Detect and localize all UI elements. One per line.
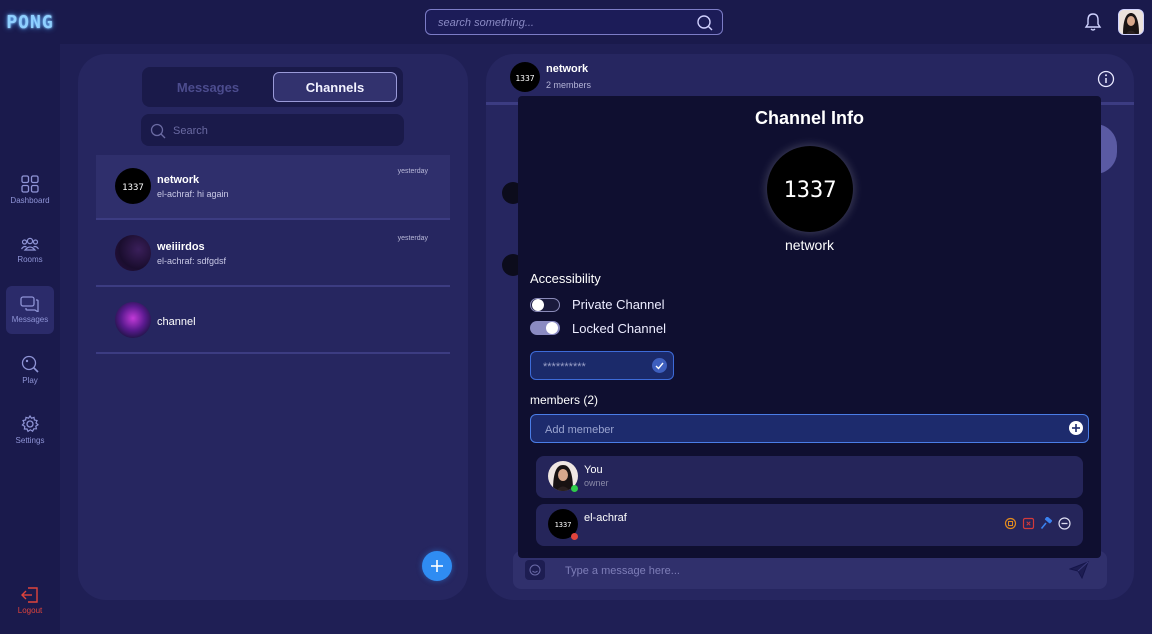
conversation-item-network[interactable]: 1337 network el-achraf: hi again yesterd…: [96, 155, 450, 220]
sidebar-item-rooms[interactable]: Rooms: [6, 226, 54, 274]
sidebar-item-dashboard[interactable]: Dashboard: [6, 166, 54, 214]
conversation-time: yesterday: [397, 235, 428, 242]
channel-name: network: [784, 237, 835, 253]
messages-icon: [20, 296, 39, 312]
member-actions: [1004, 516, 1071, 530]
svg-text:1337: 1337: [515, 74, 534, 83]
remove-member-icon[interactable]: [1058, 517, 1071, 530]
add-member-field[interactable]: [530, 414, 1089, 444]
member-row[interactable]: 1337 el-achraf: [536, 504, 1083, 546]
emoji-button[interactable]: [525, 560, 545, 580]
confirm-password-button[interactable]: [652, 358, 667, 373]
app-logo[interactable]: PONG: [0, 0, 60, 44]
gear-icon: [21, 415, 39, 433]
channel-avatar: [115, 302, 151, 338]
tab-channels[interactable]: Channels: [273, 72, 397, 102]
conversation-preview: el-achraf: hi again: [157, 189, 229, 199]
tab-messages[interactable]: Messages: [146, 72, 270, 102]
add-member-plus-icon[interactable]: [1068, 420, 1084, 441]
logout-icon: [21, 587, 38, 603]
conversation-item-channel[interactable]: channel: [96, 289, 450, 354]
search-icon[interactable]: [696, 14, 714, 37]
channel-avatar-large[interactable]: 1337: [767, 146, 853, 232]
private-channel-toggle[interactable]: [530, 298, 560, 312]
conversation-search-input[interactable]: [171, 114, 395, 148]
offline-status-dot: [571, 533, 578, 540]
sidebar-item-settings[interactable]: Settings: [6, 406, 54, 454]
channel-avatar: 1337: [115, 168, 151, 204]
toggle-knob: [546, 322, 558, 334]
conversation-panel: Messages Channels 1337 network el-achraf…: [78, 54, 468, 600]
user-avatar[interactable]: [1118, 9, 1144, 35]
svg-text:1337: 1337: [122, 183, 144, 191]
sidebar-item-label: Messages: [11, 315, 49, 324]
conversation-item-weiiirdos[interactable]: weiiirdos el-achraf: sdfgdsf yesterday: [96, 222, 450, 287]
conversation-preview: el-achraf: sdfgdsf: [157, 256, 227, 266]
password-field[interactable]: [530, 351, 674, 381]
member-name: You: [584, 464, 603, 476]
password-input[interactable]: [541, 352, 645, 381]
search-icon: [150, 123, 166, 144]
add-member-input[interactable]: [543, 415, 1047, 444]
conversation-name: network: [157, 174, 200, 186]
rooms-icon: [21, 237, 39, 251]
sidebar-item-label: Dashboard: [10, 196, 50, 205]
member-role: owner: [584, 478, 609, 488]
conversation-name: channel: [157, 316, 196, 328]
avatar-logo-text: 1337: [784, 178, 837, 203]
locked-channel-label: Locked Channel: [572, 321, 666, 336]
play-icon: [21, 355, 39, 373]
mute-icon[interactable]: [1004, 517, 1017, 530]
sidebar-item-play[interactable]: Play: [6, 346, 54, 394]
sidebar-item-messages[interactable]: Messages: [6, 286, 54, 334]
logout-label: Logout: [17, 606, 43, 615]
kick-icon[interactable]: [1022, 517, 1035, 530]
private-channel-label: Private Channel: [572, 297, 665, 312]
sidebar: Dashboard Rooms Messages Play Settings L…: [0, 44, 60, 634]
member-row[interactable]: You owner: [536, 456, 1083, 498]
conversation-name: weiiirdos: [157, 241, 205, 253]
members-heading: members (2): [530, 393, 599, 407]
create-channel-button[interactable]: [422, 551, 452, 581]
notification-bell-icon[interactable]: [1084, 12, 1102, 37]
conversation-time: yesterday: [397, 168, 428, 175]
chat-title: network: [546, 63, 589, 75]
channel-avatar: [115, 235, 151, 271]
sidebar-item-label: Play: [22, 376, 38, 385]
channel-info-modal: Channel Info 1337 network Accessibility …: [518, 96, 1101, 558]
dashboard-icon: [21, 175, 39, 193]
chat-member-count: 2 members: [546, 80, 592, 90]
conversation-search[interactable]: [141, 114, 404, 148]
svg-text:1337: 1337: [555, 521, 572, 529]
top-bar: PONG: [0, 0, 1152, 44]
info-icon[interactable]: [1097, 70, 1115, 93]
ban-hammer-icon[interactable]: [1040, 516, 1053, 530]
online-status-dot: [571, 485, 578, 492]
toggle-knob: [532, 299, 544, 311]
conversation-tabs: Messages Channels: [142, 67, 403, 107]
accessibility-heading: Accessibility: [530, 271, 601, 286]
send-icon[interactable]: [1068, 561, 1089, 584]
global-search[interactable]: [425, 9, 723, 37]
chat-avatar: 1337: [510, 62, 540, 92]
sidebar-item-label: Settings: [15, 436, 45, 445]
global-search-input[interactable]: [436, 10, 690, 36]
modal-title: Channel Info: [755, 108, 864, 128]
plus-icon: [431, 560, 443, 572]
member-name: el-achraf: [584, 512, 627, 524]
check-icon: [655, 362, 664, 370]
emoji-icon: [529, 564, 541, 576]
sidebar-item-label: Rooms: [17, 255, 43, 264]
locked-channel-toggle[interactable]: [530, 321, 560, 335]
logout-button[interactable]: Logout: [6, 577, 54, 625]
